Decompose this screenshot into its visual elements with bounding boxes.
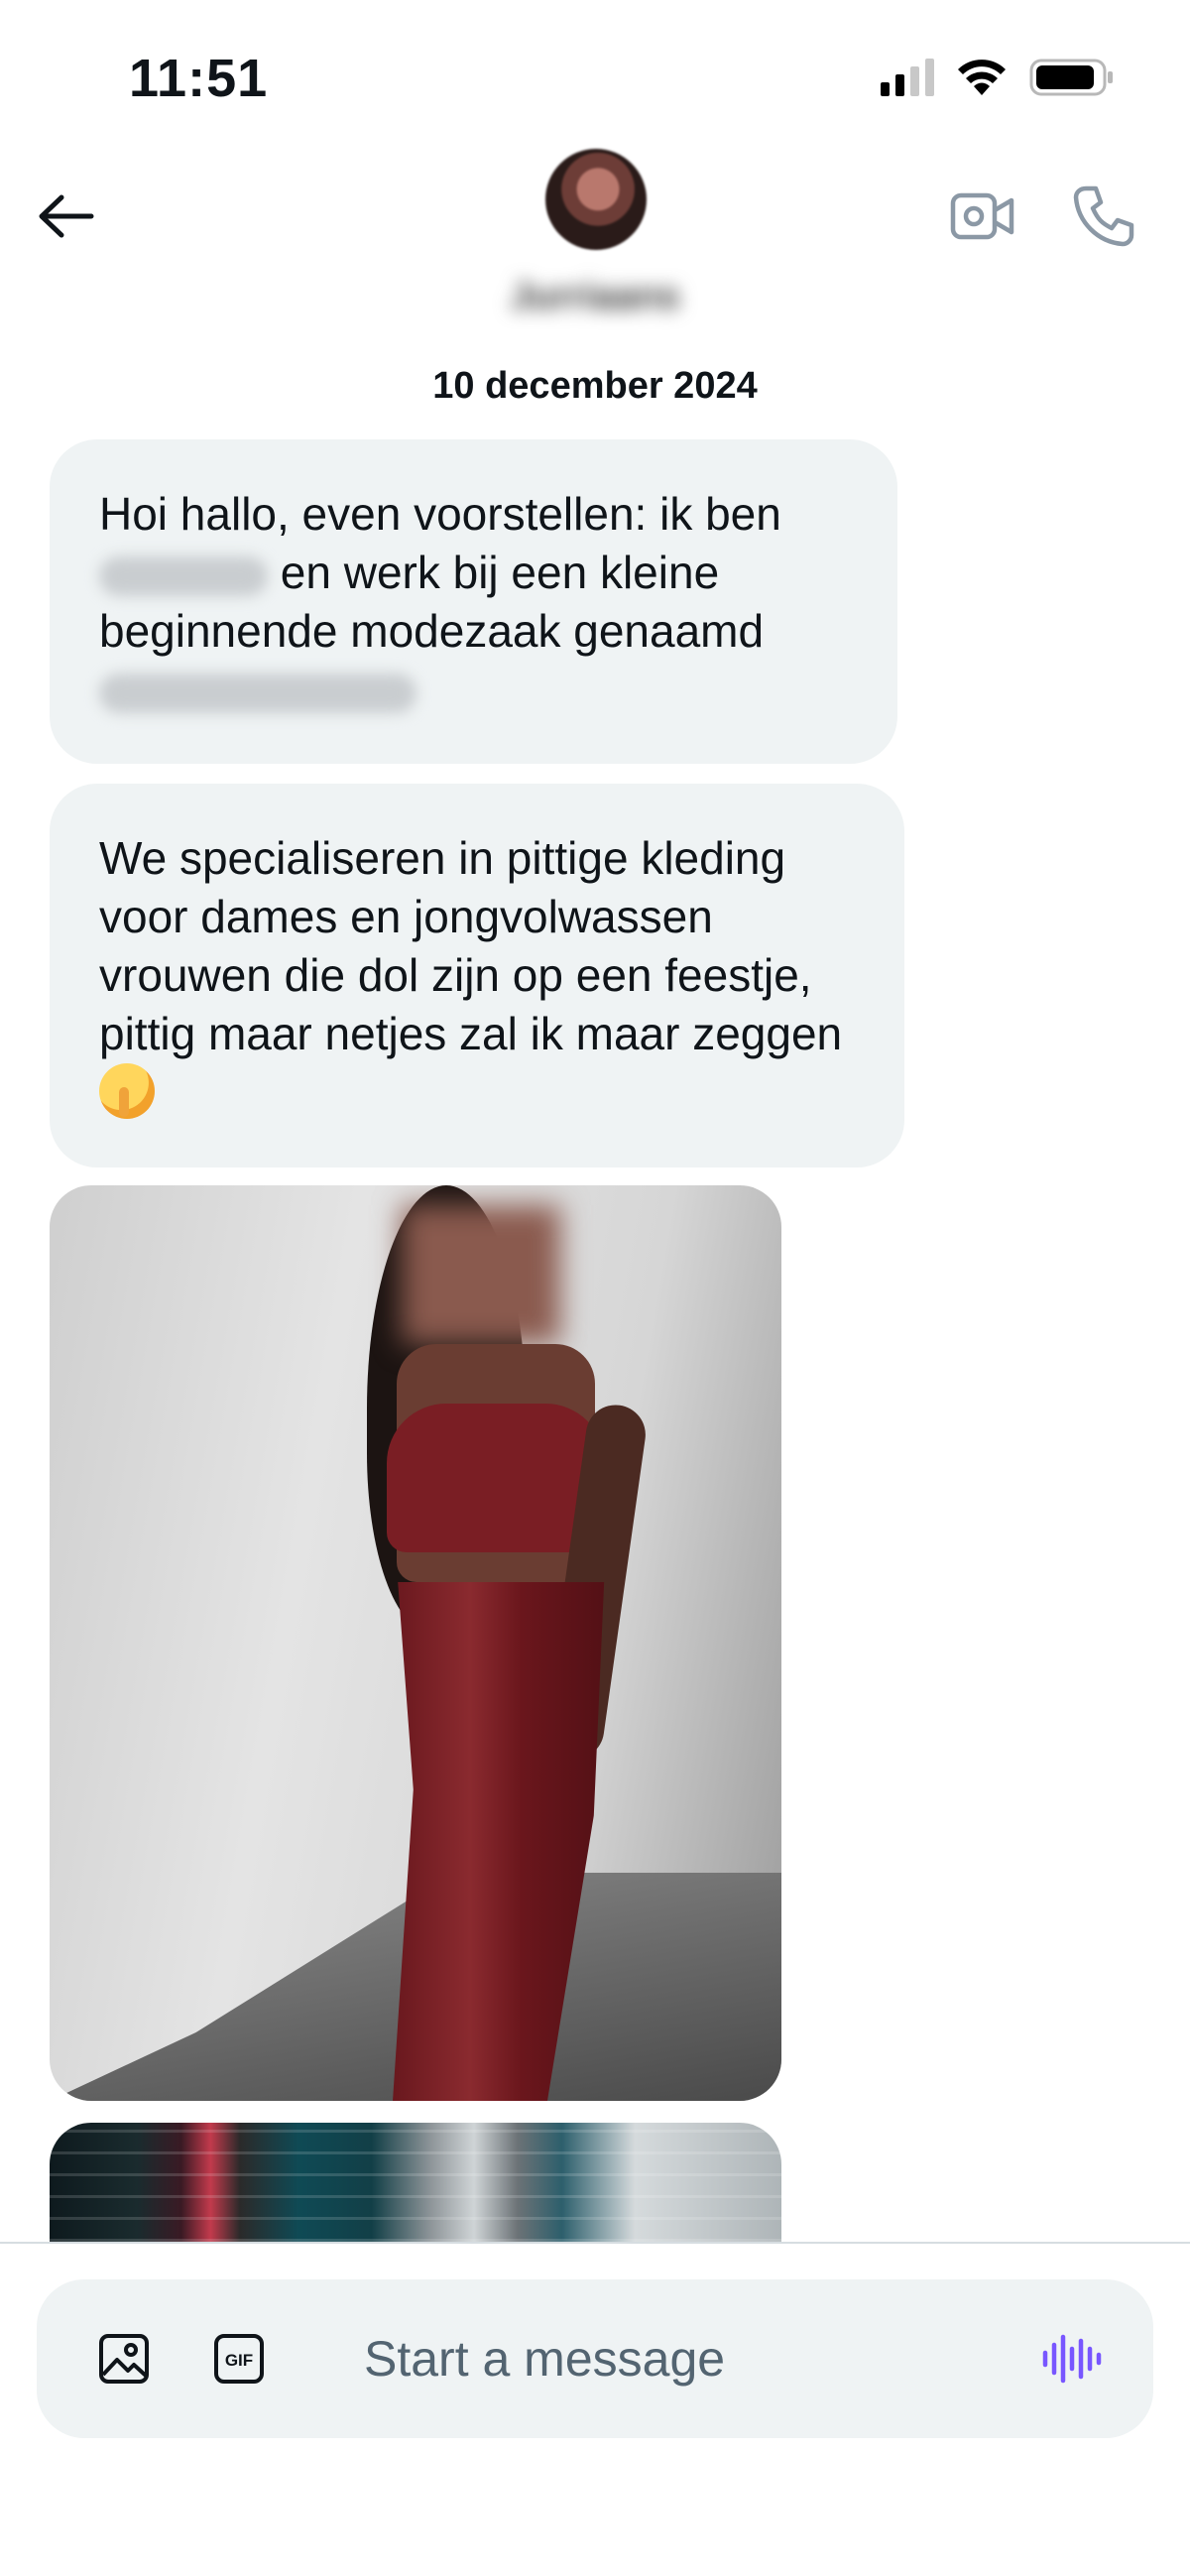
video-call-button[interactable] [947, 181, 1018, 252]
status-time: 11:51 [129, 49, 269, 108]
message-photo[interactable] [50, 1185, 781, 2101]
redacted-text [99, 673, 416, 713]
phone-icon [1073, 185, 1134, 247]
wifi-icon [958, 60, 1006, 95]
dm-conversation-screen: 11:51 Jurriaans 10 december 2024 Hoi hal… [0, 0, 1190, 2576]
message-text: We specialiseren in pittige kleding voor… [99, 832, 843, 1059]
message-photo[interactable] [50, 2123, 781, 2242]
voice-call-button[interactable] [1068, 181, 1139, 252]
svg-text:GIF: GIF [225, 2351, 253, 2370]
image-icon [99, 2334, 149, 2384]
conversation-header: Jurriaans [0, 139, 1190, 347]
redacted-text [99, 555, 268, 596]
add-gif-button[interactable]: GIF [207, 2327, 271, 2391]
cellular-signal-icon [881, 59, 934, 96]
back-button[interactable] [28, 179, 103, 254]
arrow-left-icon [39, 194, 94, 238]
status-bar: 11:51 [0, 0, 1190, 149]
blurred-face [402, 1205, 560, 1344]
add-image-button[interactable] [92, 2327, 156, 2391]
gif-icon: GIF [214, 2334, 264, 2384]
date-divider: 10 december 2024 [432, 365, 758, 407]
voice-message-button[interactable] [1033, 2321, 1109, 2396]
shushing-face-emoji-icon [99, 1063, 155, 1119]
contact-name[interactable]: Jurriaans [416, 276, 774, 318]
contact-avatar[interactable] [545, 149, 647, 250]
message-bubble[interactable]: We specialiseren in pittige kleding voor… [50, 784, 904, 1167]
message-bubble[interactable]: Hoi hallo, even voorstellen: ik ben en w… [50, 439, 897, 764]
message-composer: GIF [37, 2279, 1153, 2438]
video-camera-icon [950, 192, 1014, 240]
message-text: Hoi hallo, even voorstellen: ik ben [99, 488, 781, 540]
status-icons [881, 58, 1115, 97]
battery-icon [1029, 59, 1113, 96]
message-input[interactable] [364, 2324, 959, 2393]
voice-waveform-icon [1042, 2334, 1102, 2384]
